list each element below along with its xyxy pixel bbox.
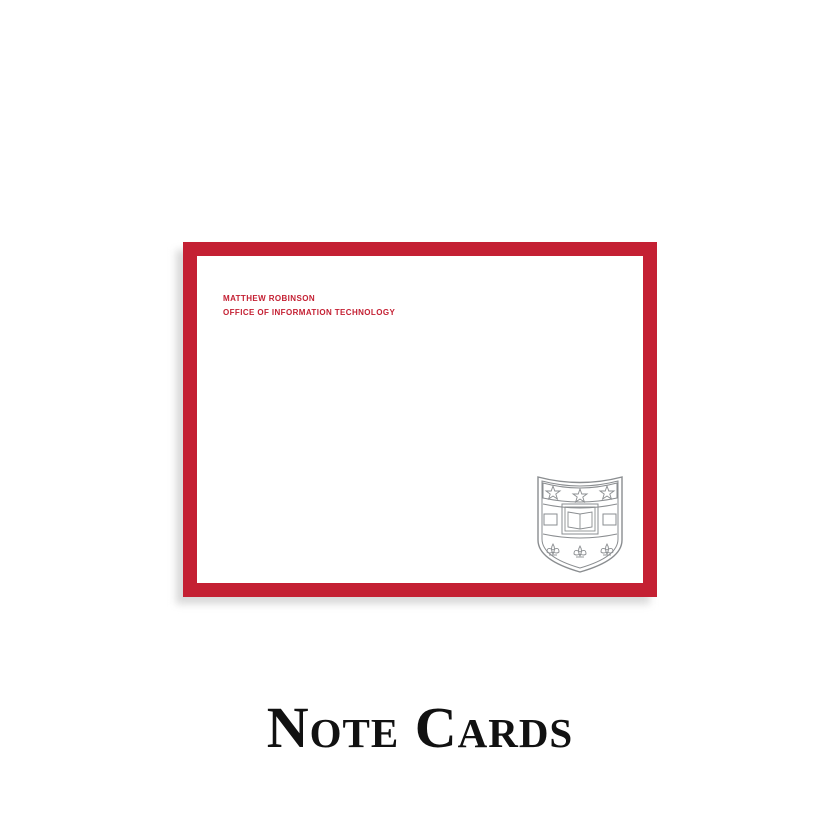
sender-department: OFFICE OF INFORMATION TECHNOLOGY [223,308,396,317]
shield-crest-icon [537,476,623,573]
sender-block: MATTHEW ROBINSON OFFICE OF INFORMATION T… [223,292,395,320]
note-card-face: MATTHEW ROBINSON OFFICE OF INFORMATION T… [197,256,643,583]
note-card: MATTHEW ROBINSON OFFICE OF INFORMATION T… [183,242,657,597]
page-title: Note Cards [266,695,574,760]
sender-name: MATTHEW ROBINSON [223,294,316,303]
